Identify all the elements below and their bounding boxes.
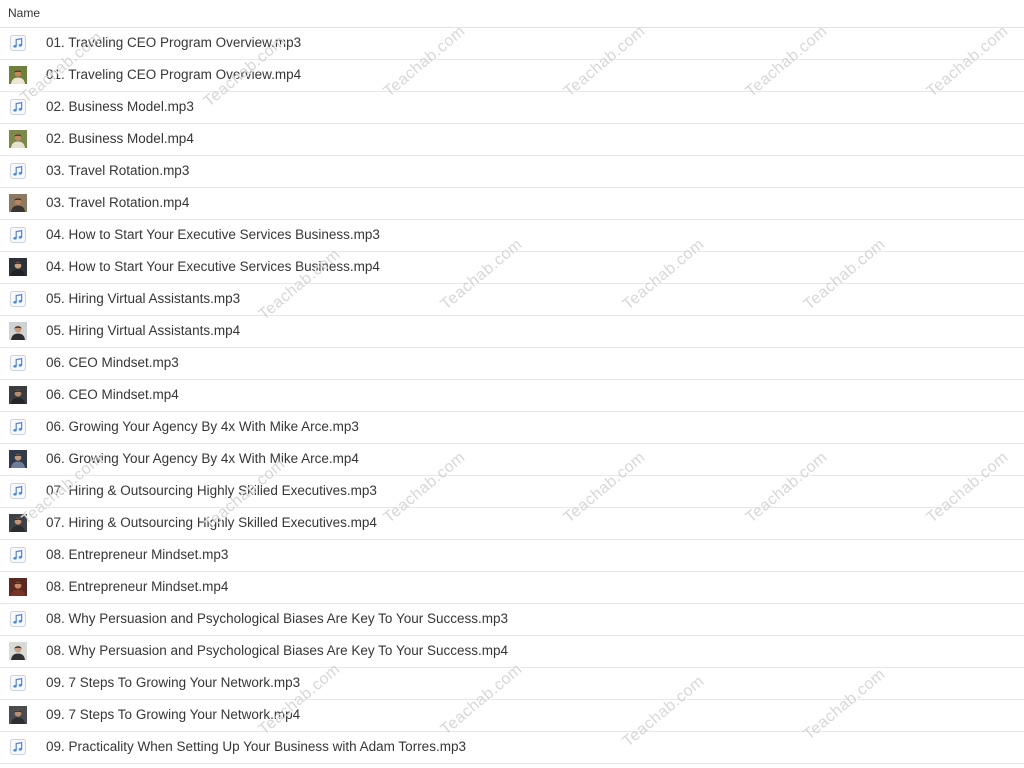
video-thumbnail: [9, 130, 27, 148]
file-row[interactable]: 09. 7 Steps To Growing Your Network.mp3: [0, 668, 1024, 700]
file-name[interactable]: 01. Traveling CEO Program Overview.mp4: [46, 60, 301, 89]
file-name[interactable]: 04. How to Start Your Executive Services…: [46, 252, 380, 281]
file-name[interactable]: 01. Traveling CEO Program Overview.mp3: [46, 28, 301, 57]
file-name[interactable]: 05. Hiring Virtual Assistants.mp4: [46, 316, 240, 345]
music-note-icon: [10, 483, 26, 499]
file-name[interactable]: 09. Practicality When Setting Up Your Bu…: [46, 732, 466, 761]
file-row[interactable]: 08. Entrepreneur Mindset.mp4: [0, 572, 1024, 604]
music-note-icon: [10, 739, 26, 755]
video-thumbnail: [9, 578, 27, 596]
file-row[interactable]: 07. Hiring & Outsourcing Highly Skilled …: [0, 508, 1024, 540]
file-name[interactable]: 02. Business Model.mp4: [46, 124, 194, 153]
file-row[interactable]: 09. Practicality When Setting Up Your Bu…: [0, 732, 1024, 764]
video-thumbnail: [9, 386, 27, 404]
file-row[interactable]: 06. CEO Mindset.mp4: [0, 380, 1024, 412]
file-row[interactable]: 01. Traveling CEO Program Overview.mp3: [0, 28, 1024, 60]
file-row[interactable]: 04. How to Start Your Executive Services…: [0, 220, 1024, 252]
file-name[interactable]: 09. 7 Steps To Growing Your Network.mp3: [46, 668, 300, 697]
file-row[interactable]: 05. Hiring Virtual Assistants.mp4: [0, 316, 1024, 348]
file-name[interactable]: 06. CEO Mindset.mp3: [46, 348, 179, 377]
file-row[interactable]: 06. Growing Your Agency By 4x With Mike …: [0, 444, 1024, 476]
music-note-icon: [10, 355, 26, 371]
file-name[interactable]: 08. Why Persuasion and Psychological Bia…: [46, 604, 508, 633]
file-row[interactable]: 08. Why Persuasion and Psychological Bia…: [0, 636, 1024, 668]
file-name[interactable]: 08. Entrepreneur Mindset.mp4: [46, 572, 228, 601]
music-note-icon: [10, 227, 26, 243]
file-name[interactable]: 02. Business Model.mp3: [46, 92, 194, 121]
name-column-header[interactable]: Name: [8, 0, 40, 26]
video-thumbnail: [9, 642, 27, 660]
video-thumbnail: [9, 194, 27, 212]
music-note-icon: [10, 163, 26, 179]
file-row[interactable]: 02. Business Model.mp4: [0, 124, 1024, 156]
file-row[interactable]: 08. Entrepreneur Mindset.mp3: [0, 540, 1024, 572]
file-row[interactable]: 03. Travel Rotation.mp3: [0, 156, 1024, 188]
video-thumbnail: [9, 66, 27, 84]
video-thumbnail: [9, 514, 27, 532]
file-row[interactable]: 01. Traveling CEO Program Overview.mp4: [0, 60, 1024, 92]
video-thumbnail: [9, 322, 27, 340]
file-name[interactable]: 06. Growing Your Agency By 4x With Mike …: [46, 444, 359, 473]
music-note-icon: [10, 419, 26, 435]
file-name[interactable]: 09. 7 Steps To Growing Your Network.mp4: [46, 700, 300, 729]
file-name[interactable]: 06. Growing Your Agency By 4x With Mike …: [46, 412, 359, 441]
file-name[interactable]: 04. How to Start Your Executive Services…: [46, 220, 380, 249]
file-row[interactable]: 03. Travel Rotation.mp4: [0, 188, 1024, 220]
music-note-icon: [10, 547, 26, 563]
file-list: 01. Traveling CEO Program Overview.mp3 01…: [0, 28, 1024, 764]
file-row[interactable]: 02. Business Model.mp3: [0, 92, 1024, 124]
file-row[interactable]: 04. How to Start Your Executive Services…: [0, 252, 1024, 284]
file-row[interactable]: 05. Hiring Virtual Assistants.mp3: [0, 284, 1024, 316]
video-thumbnail: [9, 450, 27, 468]
music-note-icon: [10, 675, 26, 691]
file-row[interactable]: 07. Hiring & Outsourcing Highly Skilled …: [0, 476, 1024, 508]
file-name[interactable]: 07. Hiring & Outsourcing Highly Skilled …: [46, 476, 377, 505]
file-name[interactable]: 06. CEO Mindset.mp4: [46, 380, 179, 409]
file-name[interactable]: 07. Hiring & Outsourcing Highly Skilled …: [46, 508, 377, 537]
video-thumbnail: [9, 258, 27, 276]
file-row[interactable]: 08. Why Persuasion and Psychological Bia…: [0, 604, 1024, 636]
video-thumbnail: [9, 706, 27, 724]
music-note-icon: [10, 611, 26, 627]
file-browser: Name 01. Traveling CEO Program Overview.…: [0, 0, 1024, 768]
file-name[interactable]: 03. Travel Rotation.mp3: [46, 156, 189, 185]
file-row[interactable]: 06. Growing Your Agency By 4x With Mike …: [0, 412, 1024, 444]
music-note-icon: [10, 35, 26, 51]
music-note-icon: [10, 99, 26, 115]
file-name[interactable]: 08. Entrepreneur Mindset.mp3: [46, 540, 228, 569]
file-row[interactable]: 06. CEO Mindset.mp3: [0, 348, 1024, 380]
file-name[interactable]: 08. Why Persuasion and Psychological Bia…: [46, 636, 508, 665]
file-name[interactable]: 03. Travel Rotation.mp4: [46, 188, 189, 217]
file-name[interactable]: 05. Hiring Virtual Assistants.mp3: [46, 284, 240, 313]
music-note-icon: [10, 291, 26, 307]
list-header: Name: [0, 0, 1024, 28]
file-row[interactable]: 09. 7 Steps To Growing Your Network.mp4: [0, 700, 1024, 732]
